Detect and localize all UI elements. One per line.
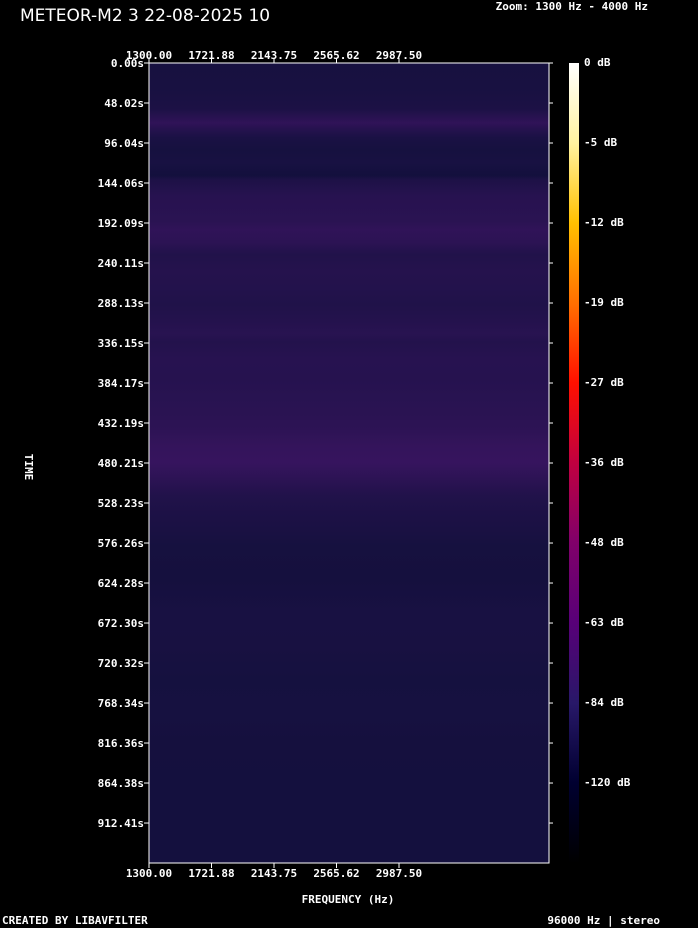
footer-credit: CREATED BY LIBAVFILTER xyxy=(2,914,148,927)
y-tick-label: 96.04s xyxy=(104,137,144,150)
y-tick-label: 528.23s xyxy=(98,497,144,510)
x-tick-top-label: 1721.88 xyxy=(188,49,234,62)
plot-area xyxy=(148,62,550,864)
colorbar-label: -120 dB xyxy=(584,776,631,789)
footer-sample-rate: 96000 Hz | stereo xyxy=(547,914,660,927)
colorbar-label: -63 dB xyxy=(584,616,624,629)
colorbar-label: -12 dB xyxy=(584,216,624,229)
x-tick-top-label: 2565.62 xyxy=(313,49,359,62)
y-tick-label: 384.17s xyxy=(98,377,144,390)
colorbar-label: 0 dB xyxy=(584,56,611,69)
x-tick-top-label: 2987.50 xyxy=(376,49,422,62)
colorbar-label: -84 dB xyxy=(584,696,624,709)
y-tick-label: 192.09s xyxy=(98,217,144,230)
y-tick-label: 624.28s xyxy=(98,577,144,590)
y-tick-label: 48.02s xyxy=(104,97,144,110)
colorbar-label: -36 dB xyxy=(584,456,624,469)
colorbar-scale xyxy=(569,63,579,863)
y-tick-label: 336.15s xyxy=(98,337,144,350)
y-tick-label: 672.30s xyxy=(98,617,144,630)
y-tick-label: 288.13s xyxy=(98,297,144,310)
colorbar: 0 dB -5 dB -12 dB -19 dB -27 dB -36 dB -48 dB -… xyxy=(569,56,631,863)
colorbar-label: -48 dB xyxy=(584,536,624,549)
x-tick-bottom-label: 2143.75 xyxy=(251,867,297,880)
y-tick-label: 912.41s xyxy=(98,817,144,830)
y-tick-label: 480.21s xyxy=(98,457,144,470)
x-tick-bottom-label: 2565.62 xyxy=(313,867,359,880)
x-tick-bottom-label: 1300.00 xyxy=(126,867,172,880)
y-tick-label: 0.00s xyxy=(111,57,144,70)
x-tick-bottom-label: 2987.50 xyxy=(376,867,422,880)
x-tick-bottom-label: 1721.88 xyxy=(188,867,234,880)
x-axis-label: FREQUENCY (Hz) xyxy=(302,893,395,906)
y-tick-label: 432.19s xyxy=(98,417,144,430)
colorbar-label: -5 dB xyxy=(584,136,617,149)
y-tick-label: 576.26s xyxy=(98,537,144,550)
y-tick-label: 240.11s xyxy=(98,257,144,270)
x-tick-top-label: 2143.75 xyxy=(251,49,297,62)
spectrogram-chart: 1300.001300.001721.881721.882143.752143.… xyxy=(22,49,631,906)
y-tick-label: 720.32s xyxy=(98,657,144,670)
y-tick-label: 144.06s xyxy=(98,177,144,190)
colorbar-label: -27 dB xyxy=(584,376,624,389)
spectrogram-field xyxy=(149,63,549,863)
colorbar-label: -19 dB xyxy=(584,296,624,309)
y-tick-label: 816.36s xyxy=(98,737,144,750)
y-tick-label: 768.34s xyxy=(98,697,144,710)
y-tick-label: 864.38s xyxy=(98,777,144,790)
y-axis-label: TIME xyxy=(22,454,35,481)
